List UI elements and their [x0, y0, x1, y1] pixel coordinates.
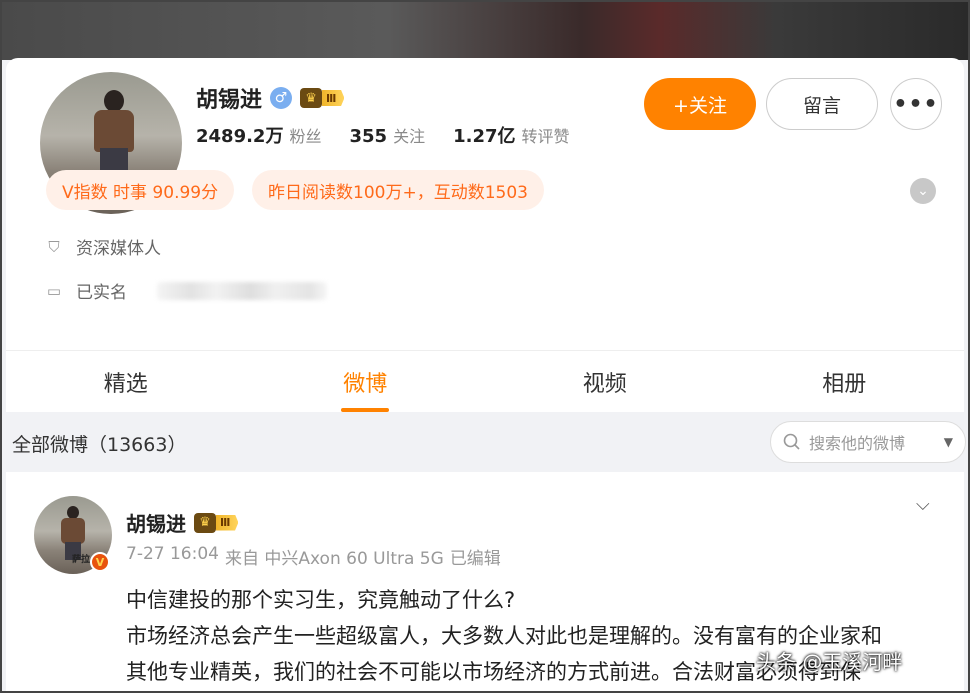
more-options-button[interactable]: •••	[890, 78, 942, 130]
watermark: 头条 @玉溪河畔	[756, 650, 903, 674]
engagement-count: 1.27亿	[453, 126, 516, 147]
membership-crown-icon[interactable]: ♛ Ⅲ	[194, 512, 239, 533]
tab-album[interactable]: 相册	[725, 351, 965, 412]
shield-icon: ⛉	[48, 237, 60, 256]
info-row-verified: ▭ 已实名	[44, 278, 327, 303]
id-card-icon: ▭	[46, 281, 62, 300]
post-line: 中信建投的那个实习生，究竟触动了什么?	[126, 588, 516, 612]
chevron-down-icon[interactable]: ⌵	[916, 494, 930, 515]
redacted-text	[157, 281, 327, 300]
male-gender-icon: ♂	[270, 87, 293, 109]
verified-v-icon: V	[90, 552, 110, 572]
feed-title: 全部微博（13663）	[12, 434, 187, 456]
chevron-down-icon[interactable]: ⌄	[910, 178, 936, 204]
post-edited: 已编辑	[449, 549, 501, 569]
caret-down-icon[interactable]: ▼	[944, 435, 953, 449]
following-count[interactable]: 355	[349, 126, 387, 147]
profile-card: 萨拉 V 胡锡进 ♂ ♛Ⅲ 2489.2万 粉丝 355 关注 1.27亿 转评…	[6, 58, 964, 350]
membership-crown-icon[interactable]: ♛ Ⅲ	[300, 88, 345, 108]
post-source: 来自 中兴Axon 60 Ultra 5G	[224, 549, 444, 569]
profile-name: 胡锡进	[196, 88, 263, 113]
post-time[interactable]: 7-27 16:04	[126, 544, 219, 569]
following-label: 关注	[393, 127, 426, 146]
post-meta: 7-27 16:04 来自 中兴Axon 60 Ultra 5G 已编辑	[126, 544, 501, 569]
tab-video[interactable]: 视频	[485, 351, 725, 412]
followers-label: 粉丝	[289, 127, 322, 146]
follow-button[interactable]: +关注	[644, 78, 756, 130]
v-index-tag[interactable]: V指数 时事 90.99分	[46, 170, 235, 210]
tab-weibo[interactable]: 微博	[246, 351, 486, 412]
message-button[interactable]: 留言	[766, 78, 878, 130]
tab-featured[interactable]: 精选	[6, 351, 246, 412]
reading-stats-tag[interactable]: 昨日阅读数100万+，互动数1503	[252, 170, 544, 210]
profile-cover	[0, 0, 970, 60]
engagement-label: 转评赞	[521, 127, 570, 146]
search-icon	[783, 433, 800, 450]
profile-stats: 2489.2万 粉丝 355 关注 1.27亿 转评赞	[196, 122, 592, 148]
post-author[interactable]: 胡锡进	[126, 508, 186, 537]
info-row-profession: ⛉ 资深媒体人	[44, 234, 161, 260]
search-input[interactable]: 搜索他的微博 ▼	[770, 421, 966, 463]
followers-count[interactable]: 2489.2万	[196, 122, 283, 148]
profile-tabs: 精选 微博 视频 相册	[6, 350, 964, 412]
feed-filter-bar: 全部微博（13663） 搜索他的微博 ▼	[6, 412, 966, 472]
